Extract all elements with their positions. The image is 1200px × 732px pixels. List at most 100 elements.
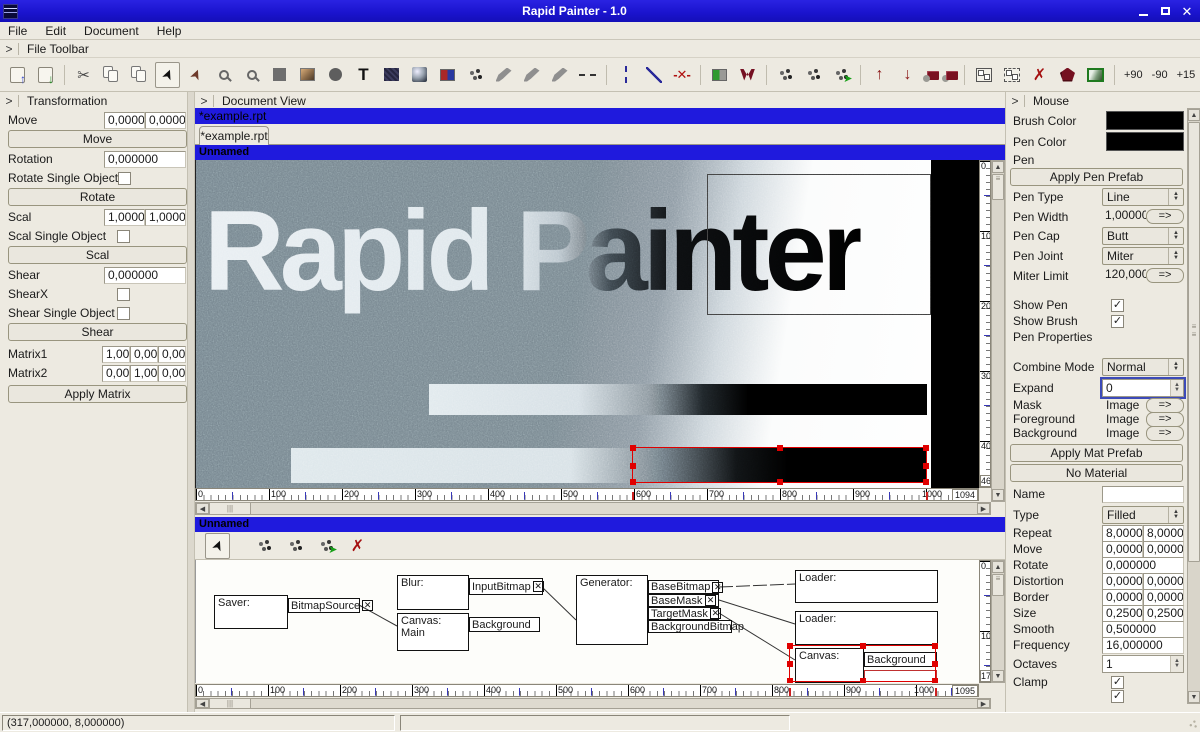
left-panel-scrollbar[interactable] — [187, 92, 194, 712]
dashed-line-tool-button[interactable] — [575, 62, 600, 88]
texture-tool-button[interactable] — [379, 62, 404, 88]
scroll-left-arrow-icon[interactable]: ◀ — [196, 503, 209, 514]
move-down-button[interactable]: ↓ — [895, 62, 920, 88]
selection-handle[interactable] — [787, 661, 793, 667]
document-v-scrollbar[interactable]: ▲ ≡ ▼ — [991, 160, 1005, 502]
selection-handle[interactable] — [777, 445, 783, 451]
material-button[interactable] — [1055, 62, 1080, 88]
brush-tool-2-button[interactable] — [519, 62, 544, 88]
document-v-scroll-thumb[interactable]: ≡ — [992, 174, 1004, 200]
selection-handle[interactable] — [787, 643, 793, 649]
octaves-spinner[interactable]: 1▲▼ — [1102, 655, 1184, 673]
app-icon[interactable] — [3, 4, 18, 19]
node-loader-1[interactable]: Loader: — [795, 570, 938, 603]
rotate-button[interactable]: Rotate — [8, 188, 187, 206]
document-h-scroll-thumb[interactable]: ||| — [209, 503, 251, 514]
scal-single-object-checkbox[interactable] — [117, 230, 130, 243]
scroll-right-arrow-icon[interactable]: ▶ — [977, 699, 990, 708]
document-view-expander[interactable]: > — [195, 94, 213, 108]
name-input[interactable] — [1102, 486, 1184, 503]
miter-limit-assign-button[interactable]: => — [1146, 268, 1184, 283]
line-tool-button[interactable] — [641, 62, 666, 88]
spinner-updown-icon[interactable]: ▲▼ — [1170, 656, 1183, 672]
spinner-updown-icon[interactable]: ▲▼ — [1170, 380, 1183, 396]
pen-cap-dropdown[interactable]: Butt▲▼ — [1102, 227, 1184, 245]
selection-handle[interactable] — [630, 463, 636, 469]
resize-grip[interactable] — [1186, 718, 1198, 730]
scroll-up-arrow-icon[interactable]: ▲ — [992, 561, 1004, 573]
selection-handle[interactable] — [787, 678, 793, 683]
menu-file[interactable]: File — [8, 24, 27, 38]
node-cluster-add-button[interactable]: ➤ — [314, 533, 339, 559]
rotate-field[interactable]: 0,000000 — [1102, 557, 1184, 574]
apply-pen-prefab-button[interactable]: Apply Pen Prefab — [1010, 168, 1183, 186]
node-selection-rect[interactable] — [789, 645, 936, 682]
node-saver[interactable]: Saver: — [214, 595, 288, 629]
port-x-checkbox[interactable]: ✕ — [710, 608, 721, 619]
type-dropdown[interactable]: Filled▲▼ — [1102, 506, 1184, 524]
transformation-expander[interactable]: > — [0, 94, 18, 108]
rectangle-tool-button[interactable] — [267, 62, 292, 88]
move-button[interactable]: Move — [8, 130, 187, 148]
mouse-panel-scroll-thumb[interactable]: ≡≡ — [1188, 122, 1200, 562]
node-cluster-dark-button[interactable] — [252, 533, 277, 559]
distortion-x-field[interactable]: 0,000000 — [1102, 573, 1143, 590]
scatter-tool-button[interactable] — [463, 62, 488, 88]
move-y-field[interactable]: 0,000000 — [1143, 541, 1184, 558]
port-basemask[interactable]: BaseMask✕ — [648, 594, 719, 607]
mouse-expander[interactable]: > — [1006, 94, 1024, 108]
pen-color-swatch[interactable] — [1106, 132, 1184, 151]
selection-handle[interactable] — [630, 445, 636, 451]
border-x-field[interactable]: 0,000000 — [1102, 589, 1143, 606]
paste-button[interactable] — [127, 62, 152, 88]
mouse-panel-scrollbar[interactable]: ▲ ≡≡ ▼ — [1187, 108, 1200, 704]
brush-tool-3-button[interactable] — [547, 62, 572, 88]
repeat-x-field[interactable]: 8,000000 — [1102, 525, 1143, 542]
text-tool-button[interactable]: T — [351, 62, 376, 88]
pen-joint-dropdown[interactable]: Miter▲▼ — [1102, 247, 1184, 265]
node-cluster-light-button[interactable] — [801, 62, 826, 88]
node-v-scroll-thumb[interactable]: ≡ — [992, 574, 1004, 596]
node-v-scrollbar[interactable]: ▲ ≡ ▼ — [991, 560, 1005, 683]
mask-assign-button[interactable]: => — [1146, 398, 1184, 413]
zoom-in-button[interactable] — [211, 62, 236, 88]
move-y-field[interactable]: 0,000000 — [145, 112, 186, 129]
brush-color-swatch[interactable] — [1106, 111, 1184, 130]
scroll-down-arrow-icon[interactable]: ▼ — [1188, 691, 1200, 703]
node-cluster-dark-button[interactable] — [773, 62, 798, 88]
move-up-button[interactable]: ↑ — [867, 62, 892, 88]
scroll-up-arrow-icon[interactable]: ▲ — [1188, 109, 1200, 121]
image-tool-button[interactable] — [295, 62, 320, 88]
selection-handle[interactable] — [777, 479, 783, 485]
shear-field[interactable]: 0,000000 — [104, 267, 186, 284]
node-h-scroll-thumb[interactable]: ||| — [209, 699, 251, 708]
scal-y-field[interactable]: 1,000000 — [145, 209, 186, 226]
delete-line-button[interactable]: -✕- — [669, 62, 694, 88]
clipped-checkbox[interactable]: ✓ — [1111, 690, 1124, 703]
selection-handle[interactable] — [860, 678, 866, 683]
repeat-y-field[interactable]: 8,000000 — [1143, 525, 1184, 542]
selection-handle[interactable] — [923, 479, 929, 485]
pen-width-assign-button[interactable]: => — [1146, 209, 1184, 224]
foreground-assign-button[interactable]: => — [1146, 412, 1184, 427]
selection-handle[interactable] — [923, 463, 929, 469]
port-basebitmap[interactable]: BaseBitmap✕ — [648, 580, 719, 594]
port-backgroundbitmap[interactable]: BackgroundBitmap — [648, 620, 732, 633]
ellipse-tool-button[interactable] — [323, 62, 348, 88]
background-assign-button[interactable]: => — [1146, 426, 1184, 441]
brush-tool-1-button[interactable] — [491, 62, 516, 88]
matrix2-c-field[interactable]: 0,000 — [158, 365, 186, 382]
rotate-plus-15-button[interactable]: +15 — [1174, 64, 1199, 86]
combine-mode-dropdown[interactable]: Normal▲▼ — [1102, 358, 1184, 376]
rotate-plus-90-button[interactable]: +90 — [1121, 64, 1146, 86]
scroll-right-arrow-icon[interactable]: ▶ — [977, 503, 990, 514]
node-graph-canvas[interactable]: Saver: BitmapSource✕ Blur: InputBitmap✕ … — [195, 560, 979, 683]
expand-spinner[interactable]: 0▲▼ — [1102, 379, 1184, 397]
copy-button[interactable] — [99, 62, 124, 88]
apply-mat-prefab-button[interactable]: Apply Mat Prefab — [1010, 444, 1183, 462]
matrix1-c-field[interactable]: 0,000 — [158, 346, 186, 363]
selection-handle[interactable] — [932, 661, 938, 667]
port-background[interactable]: Background — [469, 617, 540, 632]
raise-object-button[interactable] — [923, 68, 939, 82]
picture-frame-button[interactable] — [1083, 62, 1108, 88]
